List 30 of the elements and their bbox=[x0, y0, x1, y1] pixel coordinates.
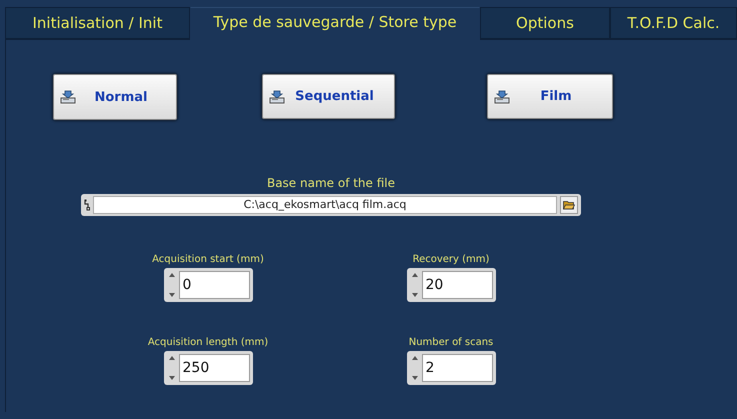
numeric-field[interactable]: 2 bbox=[406, 351, 496, 385]
store-type-button[interactable]: Sequential bbox=[262, 74, 395, 119]
browse-folder-button[interactable] bbox=[560, 196, 578, 214]
tray-download-icon bbox=[494, 90, 510, 104]
decrement-arrow-icon[interactable] bbox=[412, 376, 418, 380]
field-label: Acquisition length (mm) bbox=[148, 337, 268, 348]
tab[interactable]: T.O.F.D Calc. bbox=[610, 7, 737, 40]
field-label: Number of scans bbox=[408, 337, 494, 348]
folder-icon bbox=[563, 200, 575, 210]
increment-arrow-icon[interactable] bbox=[412, 273, 418, 277]
tray-download-icon bbox=[60, 90, 76, 104]
increment-arrow-icon[interactable] bbox=[168, 273, 174, 277]
store-type-button[interactable]: Normal bbox=[53, 74, 177, 120]
decrement-arrow-icon[interactable] bbox=[412, 293, 418, 297]
field-label: Base name of the file bbox=[266, 176, 396, 190]
store-type-button[interactable]: Film bbox=[487, 74, 613, 119]
field-label: Acquisition start (mm) bbox=[152, 254, 264, 265]
numeric-field[interactable]: 250 bbox=[164, 351, 252, 385]
increment-arrow-icon[interactable] bbox=[168, 356, 174, 360]
decrement-arrow-icon[interactable] bbox=[168, 376, 174, 380]
numeric-field[interactable]: 20 bbox=[406, 268, 496, 302]
decrement-arrow-icon[interactable] bbox=[168, 293, 174, 297]
tray-download-icon bbox=[269, 90, 285, 104]
numeric-field[interactable]: 0 bbox=[164, 268, 252, 302]
tab[interactable]: Options bbox=[480, 7, 610, 40]
field-label: Recovery (mm) bbox=[412, 254, 490, 265]
increment-arrow-icon[interactable] bbox=[412, 356, 418, 360]
file-path-field[interactable]: C:\acq_ekosmart\acq film.acq bbox=[81, 194, 581, 216]
tab[interactable]: Initialisation / Init bbox=[5, 7, 190, 40]
path-icon bbox=[84, 199, 90, 211]
